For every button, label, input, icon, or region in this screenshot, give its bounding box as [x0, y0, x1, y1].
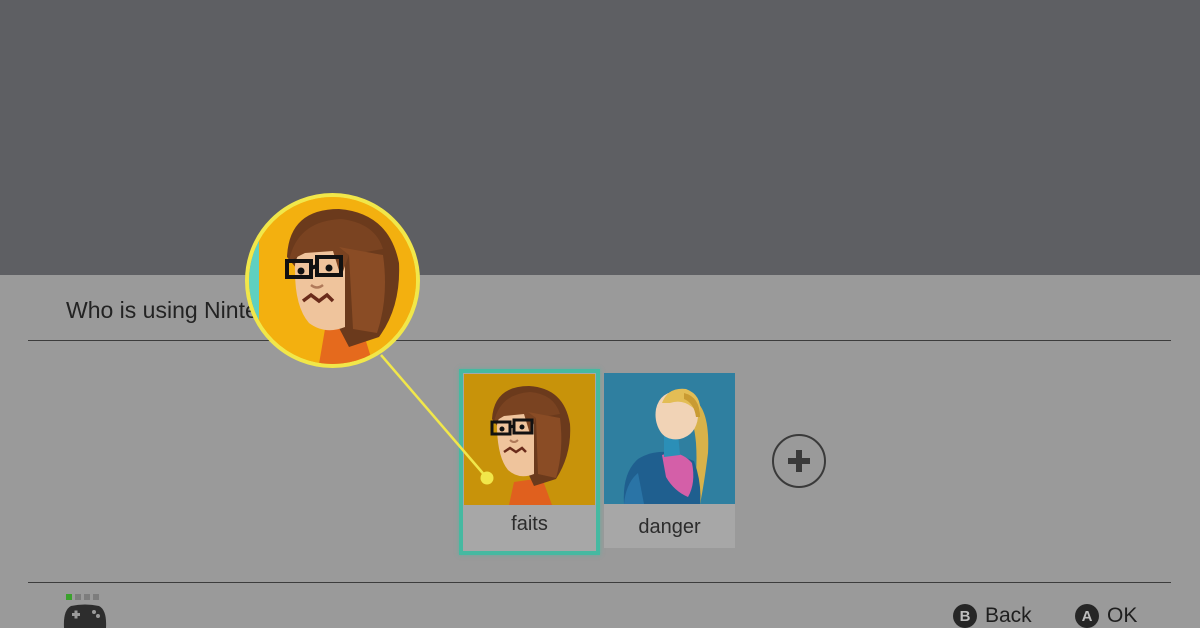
- zoomed-avatar-callout: [245, 193, 420, 368]
- callout-connector: [380, 354, 494, 485]
- mii-avatar-zoomed: [249, 197, 416, 364]
